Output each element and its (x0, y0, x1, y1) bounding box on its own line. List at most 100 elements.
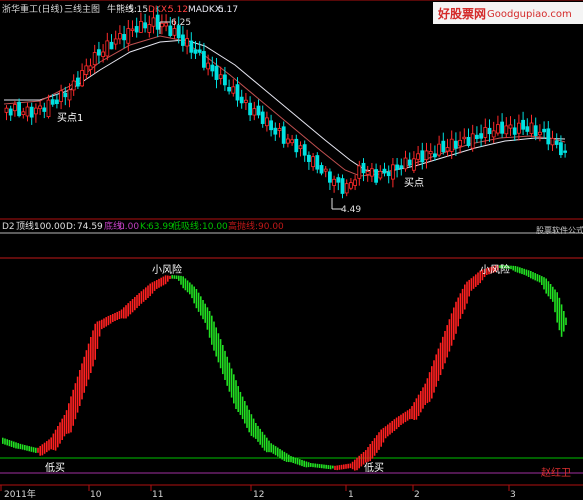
kd-bar (318, 464, 321, 468)
kd-bar (39, 445, 41, 456)
kd-bar (167, 275, 169, 282)
kd-bar (446, 325, 448, 358)
kd-bar (147, 285, 149, 299)
kd-bar (347, 463, 349, 469)
kd-bar (120, 309, 123, 319)
kd-bar (180, 275, 182, 285)
kd-bar (274, 446, 277, 456)
candle (239, 89, 244, 109)
chart-canvas: 浙华重工(日线) 三线主图 牛熊线: 5.15 DKX: 5.12 MADKX:… (0, 0, 583, 500)
kd-bar (61, 418, 63, 440)
kd-bar (565, 317, 567, 326)
kd-bar (380, 429, 382, 447)
candle (542, 121, 546, 139)
kd-bar (404, 411, 407, 423)
kd-bar (369, 443, 371, 462)
candlesticks (4, 6, 567, 199)
kd-bar (116, 311, 118, 321)
kd-bar (230, 368, 233, 398)
kd-bar (391, 420, 393, 433)
candle (97, 41, 101, 64)
candle (189, 32, 194, 59)
kd-bar (360, 453, 363, 467)
kd-bar (475, 274, 477, 287)
kd-bar (398, 416, 400, 428)
kd-bar (516, 266, 519, 273)
kd-bar (175, 275, 178, 280)
candle (332, 175, 337, 193)
risk-label-2: 小风险 (480, 263, 510, 276)
kd-bar (213, 321, 215, 351)
kd-bar (103, 318, 105, 328)
kd-bar (468, 279, 470, 297)
candle (252, 101, 257, 121)
kd-bar (411, 406, 413, 420)
kd-bar (226, 356, 228, 386)
candle (336, 173, 341, 191)
kd-bar (413, 402, 415, 420)
kd-bar (554, 289, 556, 313)
kd-bar (19, 443, 22, 450)
kd-bar (527, 270, 530, 278)
kd-bar (246, 405, 248, 428)
kd-bar (233, 374, 235, 404)
kd-bar (459, 293, 462, 319)
kd-bar (563, 311, 565, 332)
kd-bar (68, 403, 70, 434)
kd-bar (74, 383, 77, 420)
kd-bar (450, 313, 453, 346)
candle (55, 94, 59, 109)
kd-bar (195, 289, 198, 309)
risk-label-1: 小风险 (152, 263, 182, 276)
kd-bar (272, 444, 275, 454)
candle (432, 145, 437, 161)
candle (399, 158, 404, 176)
kd-bar (140, 291, 143, 304)
kd-bar (301, 459, 303, 467)
kd-bar (367, 447, 369, 462)
kd-bar (118, 310, 121, 319)
kd-bar (453, 307, 455, 340)
kd-bar (424, 383, 426, 405)
kd-bar (63, 415, 66, 437)
candle (525, 118, 530, 136)
indicator-index: D2 (2, 222, 15, 232)
kd-bar (444, 330, 446, 364)
candle (395, 157, 400, 178)
candle (8, 105, 13, 121)
kd-bar (129, 301, 132, 315)
candle (474, 126, 479, 143)
candle (462, 128, 467, 144)
kd-bar (72, 389, 74, 426)
kd-bar (316, 463, 319, 468)
kd-bar (288, 454, 290, 463)
candle (437, 135, 442, 158)
candle (554, 133, 559, 149)
kd-bar (358, 455, 360, 469)
kd-bar (224, 350, 226, 380)
candle (323, 166, 328, 178)
kd-bar (184, 278, 187, 291)
kd-bar (439, 342, 442, 376)
kd-bar (543, 277, 545, 290)
kd-bar (90, 337, 92, 373)
kd-bar (85, 350, 88, 387)
kd-bar (114, 312, 116, 322)
candle (538, 124, 542, 142)
candle (231, 79, 236, 97)
candle (164, 14, 169, 32)
kd-bar (312, 463, 314, 468)
candle (369, 162, 374, 183)
kd-bar (512, 265, 514, 271)
d-label: D: (66, 222, 76, 232)
candle (201, 42, 206, 71)
high-marker-value: 6.25 (171, 18, 191, 28)
kd-bar (477, 272, 479, 286)
kd-bar (136, 295, 138, 309)
kd-bar (24, 445, 26, 451)
kd-bar (263, 434, 266, 451)
candle (143, 13, 148, 33)
kd-bar (373, 438, 376, 456)
kd-bar (112, 313, 114, 323)
kd-bar (536, 274, 539, 282)
